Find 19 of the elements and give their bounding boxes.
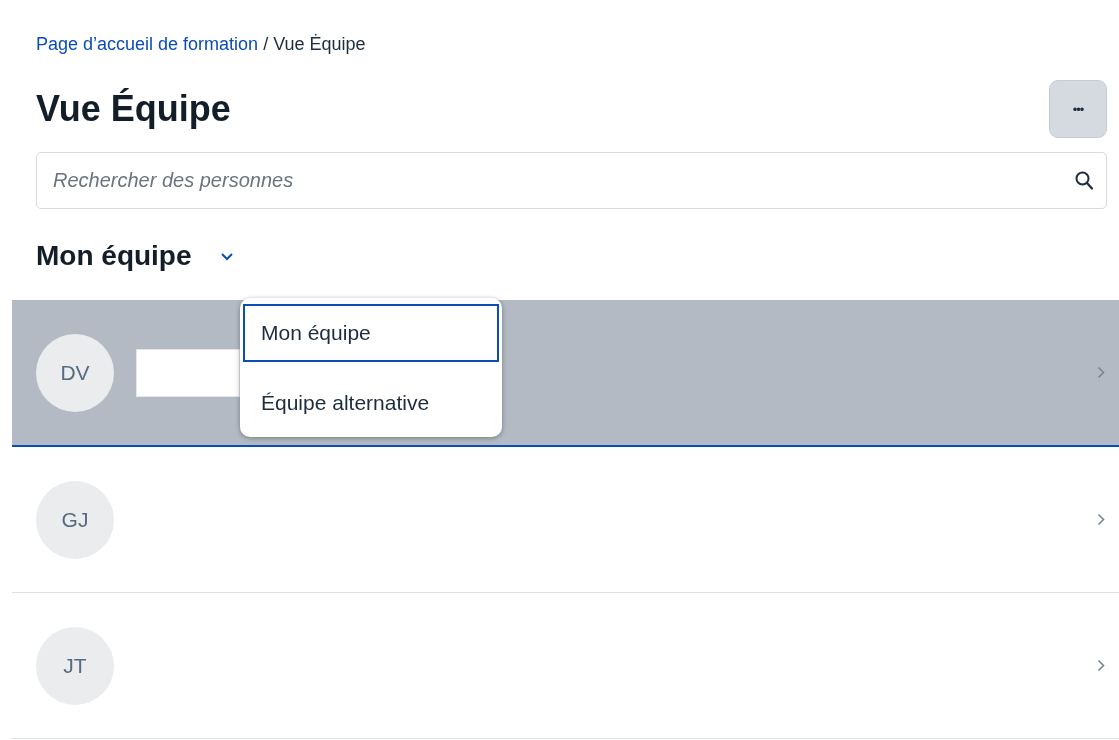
menu-item[interactable]: Équipe alternative — [243, 374, 499, 432]
person-row[interactable]: GJ — [12, 447, 1119, 593]
avatar: GJ — [36, 480, 114, 559]
chevron-right-icon — [1097, 366, 1105, 379]
page-title: Vue Équipe — [36, 88, 231, 130]
person-row[interactable]: JT — [12, 593, 1119, 739]
breadcrumb-separator: / — [263, 33, 269, 55]
avatar: DV — [36, 333, 114, 412]
chevron-right-icon — [1097, 659, 1105, 672]
chevron-right-icon — [1097, 513, 1105, 526]
search-icon[interactable] — [1075, 171, 1093, 190]
menu-item[interactable]: Mon équipe — [243, 304, 499, 362]
more-button[interactable]: ••• — [1049, 80, 1107, 138]
search-field[interactable]: Rechercher des personnes — [36, 152, 1107, 209]
team-heading: Mon équipe — [36, 240, 192, 272]
breadcrumb-link[interactable]: Page d’accueil de formation — [36, 33, 259, 55]
avatar: JT — [36, 626, 114, 705]
caret-down-icon[interactable] — [219, 251, 234, 261]
breadcrumb-current: Vue Ėquipe — [273, 33, 366, 55]
